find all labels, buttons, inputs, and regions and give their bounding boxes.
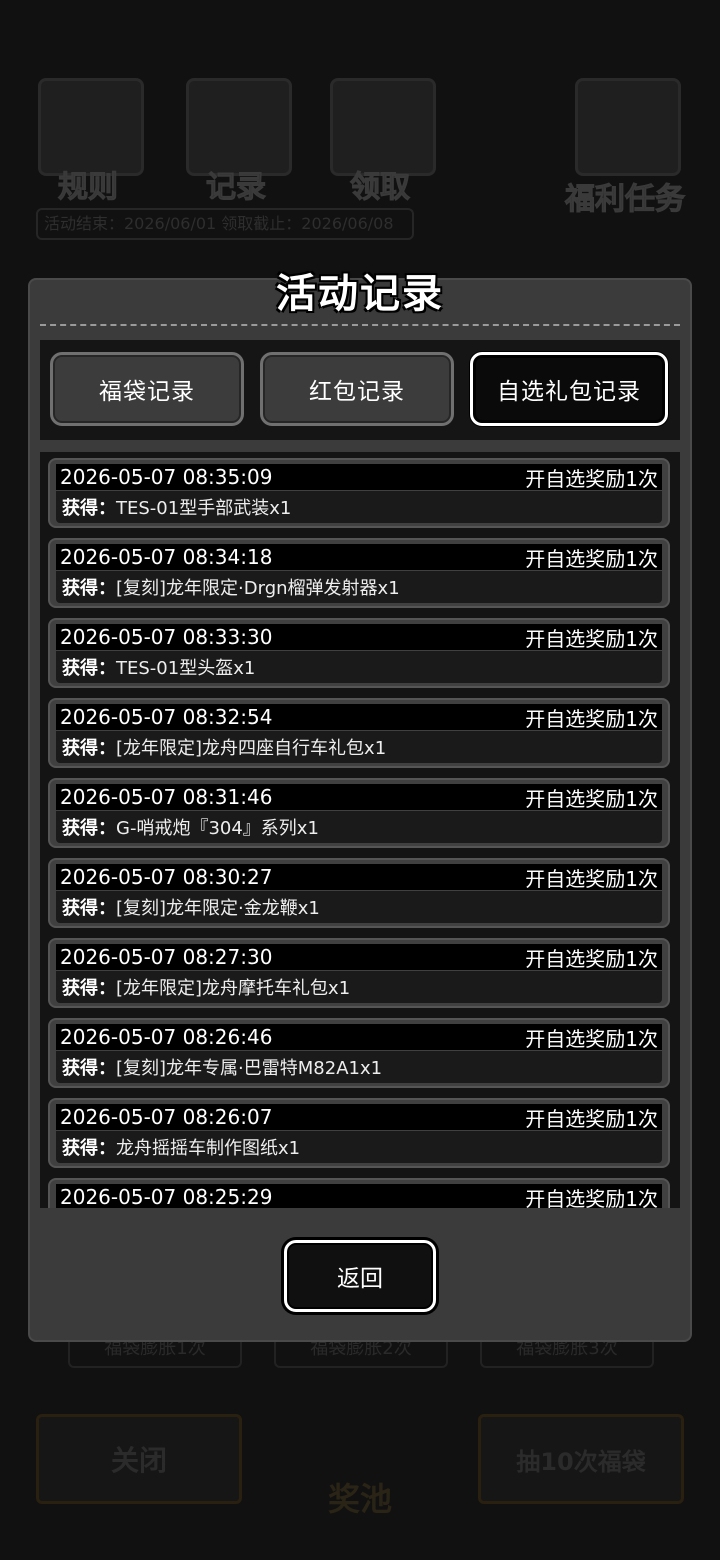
record-header: 2026-05-07 08:30:27 开自选奖励1次 <box>56 864 662 891</box>
record-tabs: 福袋记录 红包记录 自选礼包记录 <box>40 340 680 440</box>
record-body: 获得： 龙舟摇摇车制作图纸x1 <box>56 1131 662 1163</box>
tab-red-packet-records[interactable]: 红包记录 <box>260 352 454 426</box>
record-header: 2026-05-07 08:32:54 开自选奖励1次 <box>56 704 662 731</box>
record-item: [龙年限定]龙舟四座自行车礼包x1 <box>116 738 387 759</box>
record-item: [复刻]龙年专属·巴雷特M82A1x1 <box>116 1058 383 1079</box>
tab-custom-pack-records[interactable]: 自选礼包记录 <box>470 352 668 426</box>
obtained-label: 获得： <box>62 578 116 599</box>
record-item: [复刻]龙年限定·金龙鞭x1 <box>116 898 320 919</box>
prize-pool-icon: 奖池 <box>327 1480 392 1518</box>
tab-lucky-bag-records[interactable]: 福袋记录 <box>50 352 244 426</box>
obtained-label: 获得： <box>62 1058 116 1079</box>
event-deadline-notice: 活动结束：2026/06/01 领取截止：2026/06/08 <box>36 208 414 240</box>
welfare-task-icon: 福利任务 <box>560 70 690 218</box>
obtained-label: 获得： <box>62 818 116 839</box>
list-item: 2026-05-07 08:35:09 开自选奖励1次 获得： TES-01型手部武装… <box>48 458 670 528</box>
rules-label: 规则 <box>58 170 119 206</box>
list-item: 2026-05-07 08:30:27 开自选奖励1次 获得： [复刻]龙年限定·金龙… <box>48 858 670 928</box>
record-action: 开自选奖励1次 <box>525 546 658 571</box>
list-item: 2026-05-07 08:26:46 开自选奖励1次 获得： [复刻]龙年专属·巴雷… <box>48 1018 670 1088</box>
records-icon: 记录 <box>176 70 296 206</box>
record-body: 获得： G-哨戒炮『304』系列x1 <box>56 811 662 843</box>
record-item: TES-01型手部武装x1 <box>116 498 292 519</box>
record-time: 2026-05-07 08:25:29 <box>60 1185 273 1208</box>
back-button[interactable]: 返回 <box>284 1240 436 1312</box>
record-item: 龙舟摇摇车制作图纸x1 <box>116 1138 301 1159</box>
record-header: 2026-05-07 08:33:30 开自选奖励1次 <box>56 624 662 651</box>
record-time: 2026-05-07 08:35:09 <box>60 465 273 489</box>
list-item: 2026-05-07 08:32:54 开自选奖励1次 获得： [龙年限定]龙舟四座自… <box>48 698 670 768</box>
record-header: 2026-05-07 08:26:07 开自选奖励1次 <box>56 1104 662 1131</box>
record-action: 开自选奖励1次 <box>525 866 658 891</box>
record-action: 开自选奖励1次 <box>525 1026 658 1051</box>
record-action: 开自选奖励1次 <box>525 706 658 731</box>
claim-label: 领取 <box>350 170 411 206</box>
record-time: 2026-05-07 08:26:07 <box>60 1105 273 1129</box>
record-time: 2026-05-07 08:34:18 <box>60 545 273 569</box>
record-body: 获得： [龙年限定]龙舟四座自行车礼包x1 <box>56 731 662 763</box>
record-header: 2026-05-07 08:25:29 开自选奖励1次 <box>56 1184 662 1208</box>
record-time: 2026-05-07 08:33:30 <box>60 625 273 649</box>
records-label: 记录 <box>206 170 267 206</box>
list-item: 2026-05-07 08:25:29开自选奖励1次获得： <box>48 1178 670 1208</box>
obtained-label: 获得： <box>62 1138 116 1159</box>
list-item: 2026-05-07 08:33:30 开自选奖励1次 获得： TES-01型头盔x1 <box>48 618 670 688</box>
dialog-title: 活动记录 <box>276 271 444 317</box>
record-body: 获得： [龙年限定]龙舟摩托车礼包x1 <box>56 971 662 1003</box>
record-item: TES-01型头盔x1 <box>116 658 256 679</box>
obtained-label: 获得： <box>62 898 116 919</box>
draw-10-button-bg: 抽10次福袋 <box>478 1414 684 1504</box>
obtained-label: 获得： <box>62 658 116 679</box>
rules-icon: 规则 <box>28 70 148 206</box>
record-action: 开自选奖励1次 <box>525 786 658 811</box>
record-action: 开自选奖励1次 <box>525 1186 658 1209</box>
record-time: 2026-05-07 08:26:46 <box>60 1025 273 1049</box>
record-time: 2026-05-07 08:30:27 <box>60 865 273 889</box>
list-item: 2026-05-07 08:34:18 开自选奖励1次 获得： [复刻]龙年限定·Dr… <box>48 538 670 608</box>
record-action: 开自选奖励1次 <box>525 626 658 651</box>
record-action: 开自选奖励1次 <box>525 946 658 971</box>
record-time: 2026-05-07 08:31:46 <box>60 785 273 809</box>
list-item: 2026-05-07 08:31:46 开自选奖励1次 获得： G-哨戒炮『304』系… <box>48 778 670 848</box>
record-body: 获得： [复刻]龙年限定·金龙鞭x1 <box>56 891 662 923</box>
obtained-label: 获得： <box>62 498 116 519</box>
record-time: 2026-05-07 08:32:54 <box>60 705 273 729</box>
record-header: 2026-05-07 08:34:18 开自选奖励1次 <box>56 544 662 571</box>
record-header: 2026-05-07 08:27:30 开自选奖励1次 <box>56 944 662 971</box>
record-time: 2026-05-07 08:27:30 <box>60 945 273 969</box>
obtained-label: 获得： <box>62 978 116 999</box>
welfare-task-label: 福利任务 <box>565 182 686 218</box>
record-header: 2026-05-07 08:31:46 开自选奖励1次 <box>56 784 662 811</box>
record-header: 2026-05-07 08:35:09 开自选奖励1次 <box>56 464 662 491</box>
claim-icon: 领取 <box>320 70 440 206</box>
list-item: 2026-05-07 08:26:07 开自选奖励1次 获得： 龙舟摇摇车制作图纸x1 <box>48 1098 670 1168</box>
record-body: 获得： TES-01型手部武装x1 <box>56 491 662 523</box>
list-item: 2026-05-07 08:27:30 开自选奖励1次 获得： [龙年限定]龙舟摩托车… <box>48 938 670 1008</box>
record-item: [复刻]龙年限定·Drgn榴弹发射器x1 <box>116 578 400 599</box>
record-body: 获得： TES-01型头盔x1 <box>56 651 662 683</box>
record-action: 开自选奖励1次 <box>525 466 658 491</box>
close-button-bg: 关闭 <box>36 1414 242 1504</box>
record-header: 2026-05-07 08:26:46 开自选奖励1次 <box>56 1024 662 1051</box>
title-divider <box>40 324 680 326</box>
record-body: 获得： [复刻]龙年限定·Drgn榴弹发射器x1 <box>56 571 662 603</box>
record-list[interactable]: 2026-05-07 08:35:09 开自选奖励1次 获得： TES-01型手部武装… <box>40 452 680 1208</box>
record-item: G-哨戒炮『304』系列x1 <box>116 818 319 839</box>
record-item: [龙年限定]龙舟摩托车礼包x1 <box>116 978 351 999</box>
obtained-label: 获得： <box>62 738 116 759</box>
record-body: 获得： [复刻]龙年专属·巴雷特M82A1x1 <box>56 1051 662 1083</box>
record-action: 开自选奖励1次 <box>525 1106 658 1131</box>
